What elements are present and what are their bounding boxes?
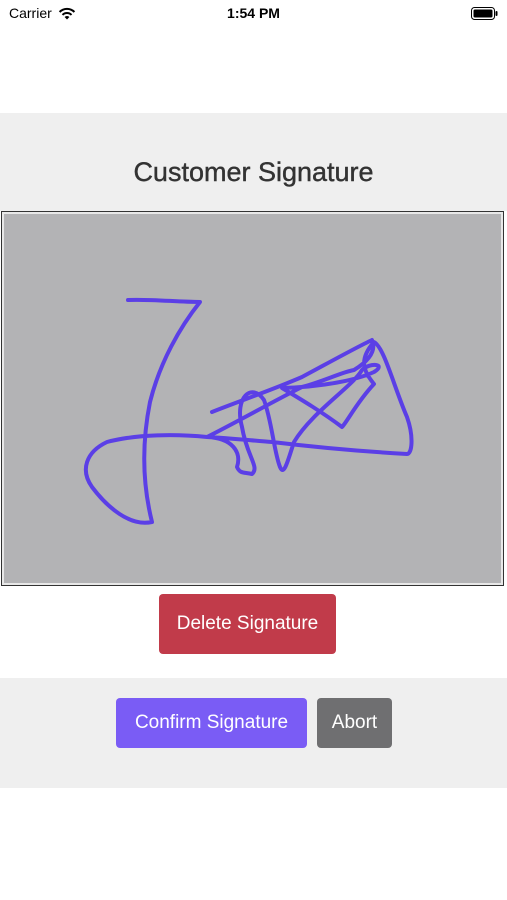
signature-path [83,297,414,525]
status-time: 1:54 PM [227,5,280,21]
delete-signature-button[interactable]: Delete Signature [159,594,336,654]
abort-button[interactable]: Abort [317,698,392,748]
battery-icon [471,7,498,20]
status-bar: Carrier 1:54 PM [0,0,507,28]
signature-pad[interactable] [1,211,504,586]
page-title: Customer Signature [133,157,374,187]
confirm-signature-button[interactable]: Confirm Signature [116,698,307,748]
signature-stroke [83,297,414,525]
